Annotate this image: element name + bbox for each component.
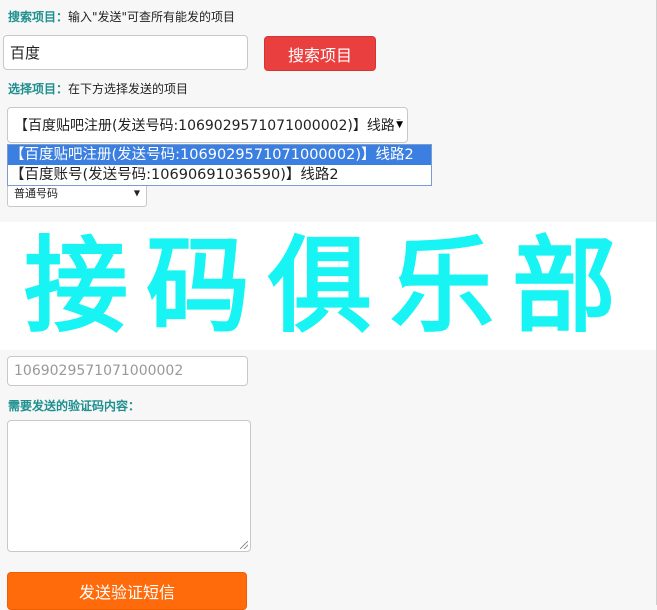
search-label-key: 搜索项目： (8, 10, 69, 24)
send-sms-form: 搜索项目：输入"发送"可查所有能发的项目 百度 搜索项目 选择项目：在下方选择发… (0, 0, 657, 610)
project-select[interactable]: 【百度贴吧注册(发送号码:1069029571071000002)】线路2 ▼ (7, 107, 408, 143)
send-sms-button-label: 发送验证短信 (78, 583, 175, 602)
resize-grip-icon[interactable] (240, 541, 248, 549)
number-type-value: 普通号码 (14, 187, 58, 200)
search-label-hint: 输入"发送"可查所有能发的项目 (68, 10, 236, 24)
content-label-key: 需要发送的验证码内容： (8, 399, 141, 413)
choose-label: 选择项目：在下方选择发送的项目 (8, 82, 188, 96)
choose-label-key: 选择项目： (8, 82, 69, 96)
project-dropdown-list: 【百度贴吧注册(发送号码:1069029571071000002)】线路2 【百… (7, 144, 432, 186)
content-textarea[interactable] (7, 420, 251, 552)
send-number-value: 1069029571071000002 (14, 363, 184, 379)
search-button-label: 搜索项目 (287, 45, 352, 65)
chevron-down-icon: ▼ (394, 120, 403, 130)
search-input-value: 百度 (10, 44, 41, 62)
dropdown-option-tieba[interactable]: 【百度贴吧注册(发送号码:1069029571071000002)】线路2 (8, 145, 431, 165)
dropdown-option-account[interactable]: 【百度账号(发送号码:10690691036590)】线路2 (8, 165, 431, 185)
chevron-down-icon: ▼ (133, 188, 140, 198)
search-button[interactable]: 搜索项目 (264, 36, 376, 71)
watermark-logo: 接码俱乐部 (24, 225, 635, 347)
send-sms-button[interactable]: 发送验证短信 (7, 572, 247, 610)
search-input[interactable]: 百度 (3, 35, 248, 70)
project-select-value: 【百度贴吧注册(发送号码:1069029571071000002)】线路2 (14, 118, 404, 134)
content-label: 需要发送的验证码内容： (8, 399, 140, 413)
choose-label-hint: 在下方选择发送的项目 (68, 82, 189, 96)
search-label: 搜索项目：输入"发送"可查所有能发的项目 (8, 10, 235, 24)
send-number-field[interactable]: 1069029571071000002 (7, 356, 248, 386)
